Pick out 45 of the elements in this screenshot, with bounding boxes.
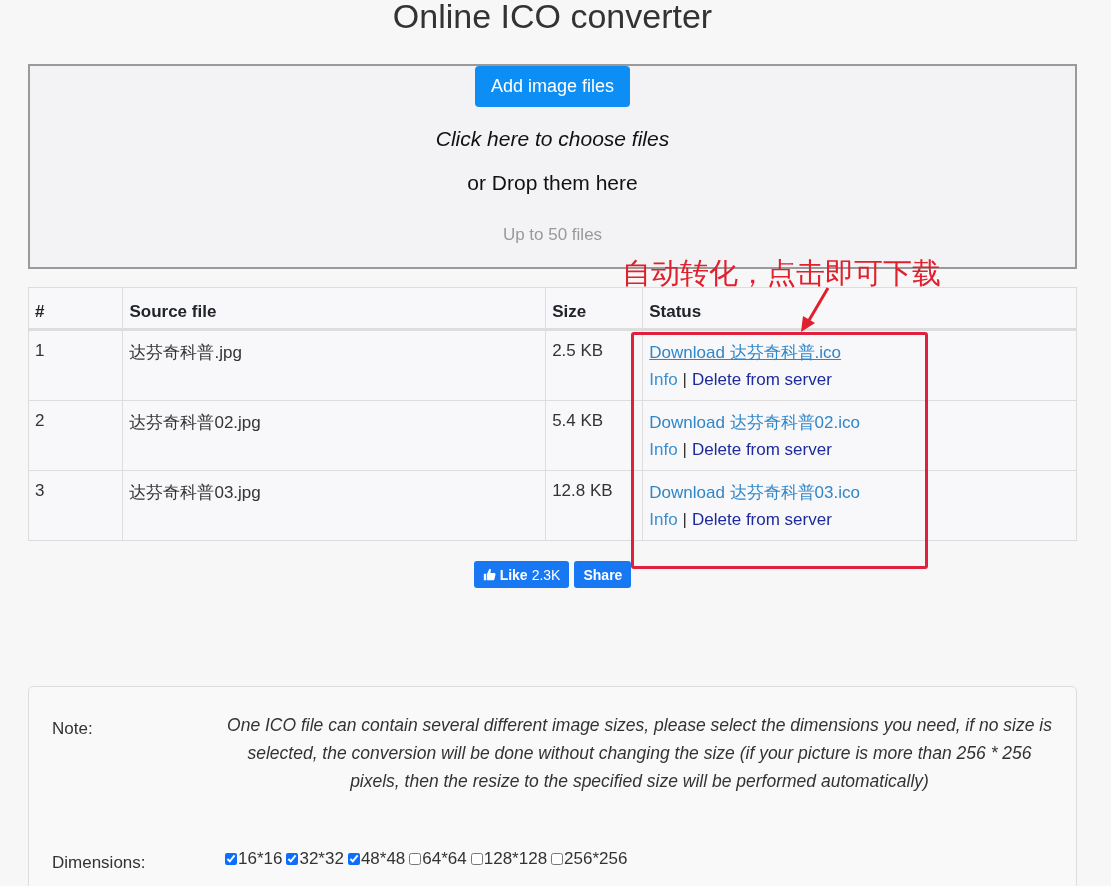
table-cell: 2 bbox=[28, 400, 123, 471]
annotation-arrow bbox=[801, 287, 830, 332]
share-button[interactable]: Share bbox=[574, 561, 632, 588]
note-label: Note: bbox=[52, 718, 94, 740]
column-header: Status bbox=[642, 287, 1077, 330]
table-cell: 1 bbox=[28, 329, 123, 401]
dimension-checkbox[interactable] bbox=[551, 853, 564, 865]
dimensions-label: Dimensions: bbox=[52, 852, 147, 873]
table-cell: 达芬奇科普.jpg bbox=[122, 329, 546, 401]
separator: | bbox=[682, 370, 688, 390]
dimension-checkbox[interactable] bbox=[470, 853, 483, 865]
drop-prompt: or Drop them here bbox=[467, 171, 638, 195]
like-button[interactable]: Like 2.3K bbox=[473, 561, 570, 588]
column-header: # bbox=[28, 287, 123, 330]
table-cell: 3 bbox=[28, 470, 123, 541]
file-limit: Up to 50 files bbox=[502, 225, 603, 245]
separator: | bbox=[682, 510, 688, 530]
download-link[interactable]: Download 达芬奇科普03.ico bbox=[649, 483, 860, 502]
dimension-checkbox[interactable] bbox=[225, 853, 237, 865]
separator: | bbox=[682, 440, 688, 460]
column-header: Source file bbox=[122, 287, 546, 330]
delete-link[interactable]: Delete from server bbox=[692, 510, 832, 530]
page-title: Online ICO converter bbox=[391, 0, 714, 37]
table-cell: 达芬奇科普03.jpg bbox=[122, 470, 546, 541]
download-link[interactable]: Download 达芬奇科普.ico bbox=[649, 343, 842, 362]
dimension-option[interactable]: 16*16 bbox=[225, 849, 283, 869]
download-link[interactable]: Download 达芬奇科普02.ico bbox=[649, 413, 860, 432]
choose-files-prompt: Click here to choose files bbox=[435, 127, 670, 151]
column-header: Size bbox=[545, 287, 643, 330]
table-cell: 2.5 KB bbox=[545, 329, 643, 401]
dimension-checkbox[interactable] bbox=[286, 853, 299, 865]
dimension-checkbox[interactable] bbox=[409, 853, 422, 865]
table-cell: 12.8 KB bbox=[545, 470, 643, 541]
note-text: One ICO file can contain several different image sizes, please select the dimensions you need, if no size is selected, the conversion will be done without changing the size (if your picture is more than 256 * 256 pixels, then the resize to the specified size will be performed automatically) bbox=[226, 714, 1053, 793]
dimension-option[interactable]: 48*48 bbox=[347, 849, 406, 869]
dimension-option[interactable]: 32*32 bbox=[286, 849, 344, 869]
table-cell: 达芬奇科普02.jpg bbox=[122, 400, 546, 471]
delete-link[interactable]: Delete from server bbox=[692, 370, 832, 390]
dimension-option[interactable]: 64*64 bbox=[409, 849, 467, 869]
thumbs-up-icon bbox=[482, 568, 496, 581]
delete-link[interactable]: Delete from server bbox=[692, 440, 832, 460]
dimension-checkbox[interactable] bbox=[347, 853, 360, 865]
dimension-option[interactable]: 256*256 bbox=[551, 849, 628, 869]
dimension-option[interactable]: 128*128 bbox=[470, 849, 548, 869]
table-cell: 5.4 KB bbox=[545, 400, 643, 471]
